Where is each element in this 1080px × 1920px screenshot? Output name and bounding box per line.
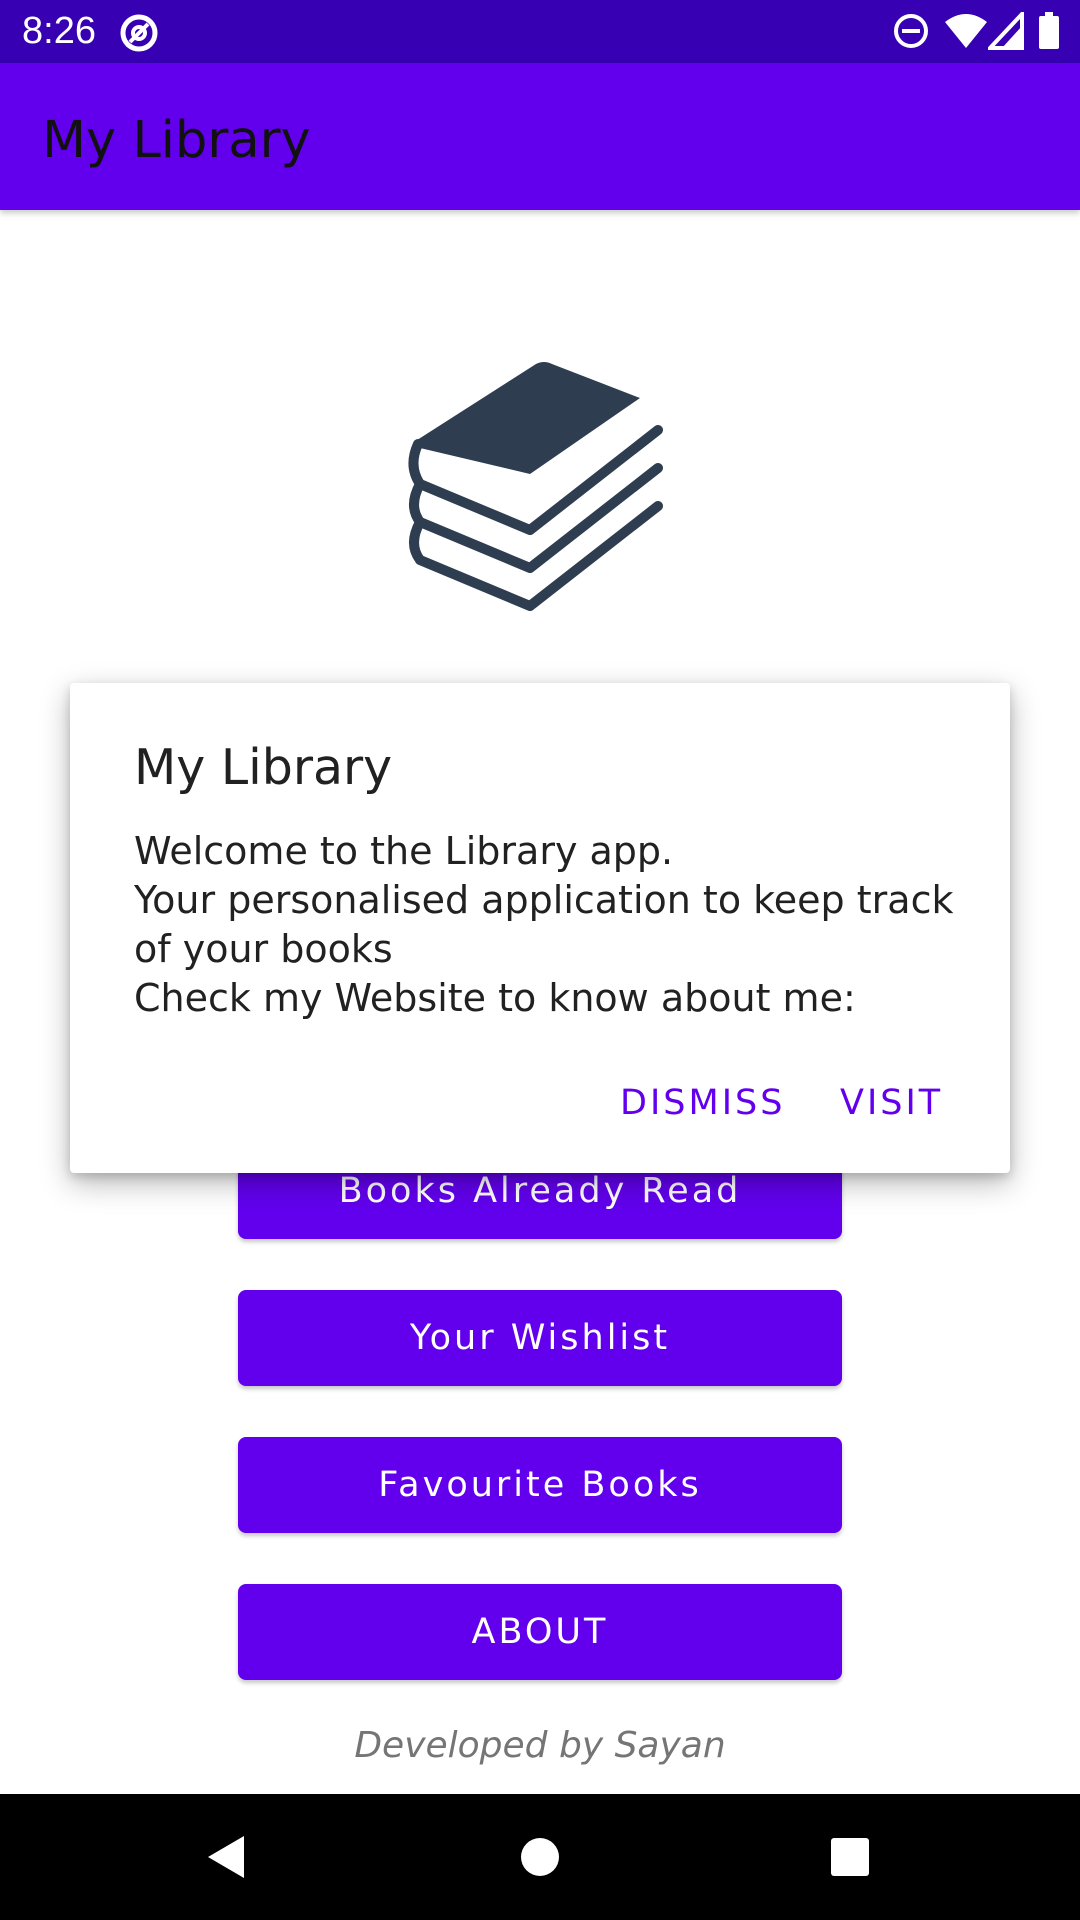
welcome-dialog: My Library Welcome to the Library app. Y… xyxy=(70,683,1010,1173)
app-title: My Library xyxy=(42,111,311,170)
favourite-books-button[interactable]: Favourite Books xyxy=(238,1437,842,1533)
do-not-disturb-icon xyxy=(892,12,930,55)
visit-button[interactable]: VISIT xyxy=(840,1073,943,1133)
status-bar: 8:26 xyxy=(0,0,1080,63)
your-wishlist-button[interactable]: Your Wishlist xyxy=(238,1290,842,1386)
dialog-title: My Library xyxy=(134,739,393,796)
home-icon[interactable] xyxy=(480,1794,600,1920)
app-bar: My Library xyxy=(0,63,1080,210)
at-sign-icon xyxy=(118,12,160,59)
developer-credit: Developed by Sayan xyxy=(354,1725,726,1766)
status-time: 8:26 xyxy=(22,10,96,52)
dismiss-button[interactable]: DISMISS xyxy=(620,1073,785,1133)
about-button[interactable]: ABOUT xyxy=(238,1584,842,1680)
books-stack-icon xyxy=(408,356,672,612)
back-icon[interactable] xyxy=(166,1794,286,1920)
navigation-bar xyxy=(0,1794,1080,1920)
battery-icon xyxy=(1038,12,1060,55)
dialog-message: Welcome to the Library app. Your persona… xyxy=(134,829,954,1020)
recents-icon[interactable] xyxy=(790,1794,910,1920)
wifi-icon xyxy=(944,12,988,55)
cell-signal-icon xyxy=(985,8,1024,55)
